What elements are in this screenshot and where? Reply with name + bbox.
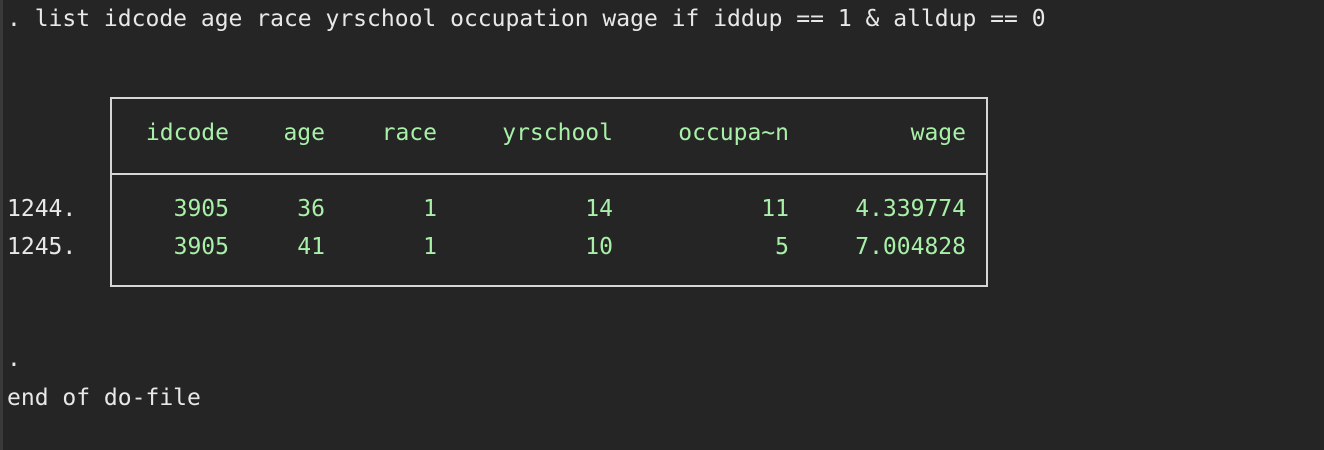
header-race: race: [381, 120, 437, 146]
command-line: . list idcode age race yrschool occupati…: [7, 6, 1046, 32]
table-cell: 3905: [173, 234, 229, 260]
header-idcode: idcode: [145, 120, 229, 146]
table-cell: 1: [423, 234, 437, 260]
header-occupation: occupa~n: [678, 120, 789, 146]
table-cell: 3905: [173, 196, 229, 222]
prompt-dot: .: [7, 346, 21, 372]
header-wage: wage: [910, 120, 966, 146]
table-cell: 4.339774: [855, 196, 966, 222]
table-cell: 14: [585, 196, 613, 222]
table-cell: 36: [297, 196, 325, 222]
row-observation-number: 1245.: [7, 234, 77, 260]
table-cell: 5: [775, 234, 789, 260]
row-observation-number: 1244.: [7, 196, 77, 222]
header-yrschool: yrschool: [502, 120, 613, 146]
table-cell: 10: [585, 234, 613, 260]
table-cell: 7.004828: [855, 234, 966, 260]
end-of-do-file-message: end of do-file: [7, 385, 201, 411]
table-cell: 1: [423, 196, 437, 222]
table-cell: 41: [297, 234, 325, 260]
window-left-edge: [0, 0, 3, 450]
table-cell: 11: [761, 196, 789, 222]
table-header-separator: [110, 173, 988, 175]
header-age: age: [283, 120, 325, 146]
